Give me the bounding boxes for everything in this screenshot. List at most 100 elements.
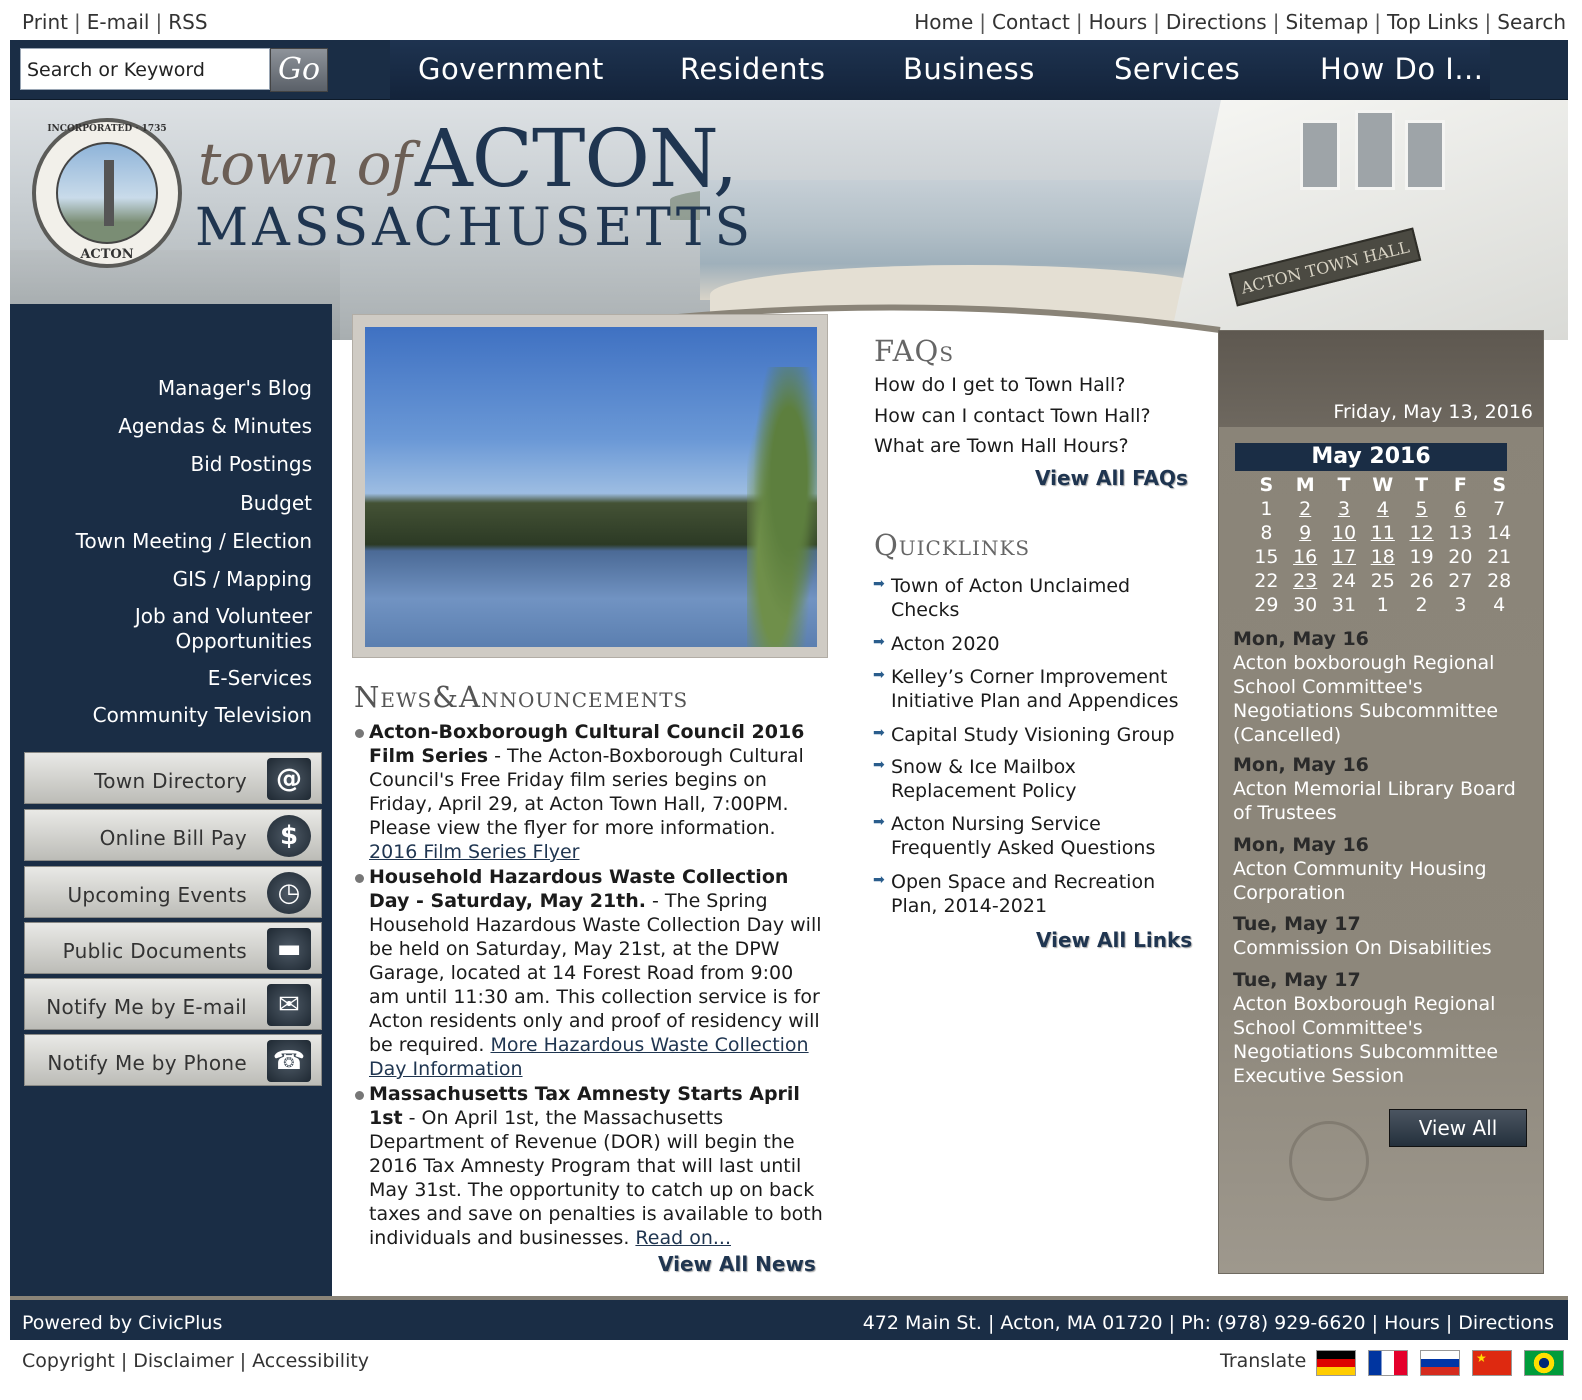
powered-by-link[interactable]: Powered by CivicPlus	[22, 1312, 222, 1334]
news-item: Acton-Boxborough Cultural Council 2016 F…	[355, 720, 829, 864]
faq-link[interactable]: What are Town Hall Hours?	[874, 435, 1129, 457]
quicklink-link[interactable]: Acton Nursing Service Frequently Asked Q…	[891, 813, 1155, 859]
quicklink-link[interactable]: Kelley’s Corner Improvement Initiative P…	[891, 666, 1178, 712]
nav-business[interactable]: Business	[903, 52, 1035, 86]
calendar-day: 21	[1487, 546, 1512, 568]
print-link[interactable]: Print	[22, 10, 68, 34]
news-link[interactable]: Read on...	[635, 1227, 731, 1249]
calendar-day[interactable]: 6	[1441, 497, 1480, 521]
calendar-day: 29	[1254, 594, 1279, 616]
rss-link[interactable]: RSS	[168, 10, 207, 34]
faq-link[interactable]: How do I get to Town Hall?	[874, 374, 1125, 396]
utility-right-links: Home | Contact | Hours | Directions | Sitemap | To…	[914, 10, 1566, 34]
email-link[interactable]: E-mail	[87, 10, 150, 34]
home-link[interactable]: Home	[914, 10, 973, 34]
nav-how-do-i[interactable]: How Do I...	[1320, 52, 1484, 86]
utility-bar: Print | E-mail | RSS Home | Contact | Hours | Dire…	[10, 0, 1568, 40]
calendar-day[interactable]: 10	[1325, 521, 1364, 545]
german-flag-icon[interactable]	[1316, 1350, 1356, 1376]
nav-residents[interactable]: Residents	[680, 52, 825, 86]
calendar-day: 27	[1448, 570, 1473, 592]
sidebar-item-budget[interactable]: Budget	[240, 491, 312, 516]
sidebar-item-gis-mapping[interactable]: GIS / Mapping	[173, 567, 312, 592]
calendar-day[interactable]: 2	[1286, 497, 1325, 521]
quicklink-item: ➡ Acton Nursing Service Frequently Asked …	[873, 812, 1191, 860]
weekday-header: S	[1259, 474, 1274, 496]
disclaimer-link[interactable]: Disclaimer	[133, 1350, 233, 1372]
event-item: Mon, May 16 Acton Memorial Library Board…	[1233, 753, 1533, 825]
french-flag-icon[interactable]	[1368, 1350, 1408, 1376]
calendar-day: 24	[1331, 570, 1357, 592]
sidebar-item-town-meeting-election[interactable]: Town Meeting / Election	[76, 529, 312, 554]
notify-phone-button[interactable]: Notify Me by Phone ☎	[24, 1034, 322, 1086]
online-bill-pay-button[interactable]: Online Bill Pay $	[24, 809, 322, 861]
calendar-day[interactable]: 5	[1402, 497, 1441, 521]
notify-email-button[interactable]: Notify Me by E-mail ✉	[24, 978, 322, 1030]
quicklink-link[interactable]: Town of Acton Unclaimed Checks	[891, 575, 1130, 621]
event-link[interactable]: Acton Community Housing Corporation	[1233, 858, 1487, 904]
upcoming-events-button[interactable]: Upcoming Events ◷	[24, 866, 322, 918]
lake-photo	[365, 327, 817, 647]
go-button[interactable]: Go	[270, 48, 328, 92]
sidebar-item-e-services[interactable]: E-Services	[208, 666, 312, 691]
chinese-flag-icon[interactable]: ★	[1472, 1350, 1512, 1376]
public-documents-button[interactable]: Public Documents ▬	[24, 922, 322, 974]
upcoming-events-label: Upcoming Events	[67, 883, 247, 907]
brazilian-flag-icon[interactable]	[1524, 1350, 1564, 1376]
sidebar-item-job-volunteer[interactable]: Job and Volunteer Opportunities	[112, 604, 312, 654]
event-link[interactable]: Commission On Disabilities	[1233, 937, 1492, 959]
calendar-day[interactable]: 16	[1286, 545, 1325, 569]
logo-town-of: town of	[198, 130, 412, 198]
quicklink-link[interactable]: Acton 2020	[891, 633, 1000, 655]
russian-flag-icon[interactable]	[1420, 1350, 1460, 1376]
hours-link[interactable]: Hours	[1089, 10, 1148, 34]
event-item: Mon, May 16 Acton boxborough Regional Sc…	[1233, 627, 1533, 747]
calendar-day[interactable]: 9	[1286, 521, 1325, 545]
event-link[interactable]: Acton Boxborough Regional School Committ…	[1233, 993, 1498, 1087]
town-directory-button[interactable]: Town Directory @	[24, 752, 322, 804]
quicklink-link[interactable]: Open Space and Recreation Plan, 2014-202…	[891, 871, 1155, 917]
accessibility-link[interactable]: Accessibility	[252, 1350, 369, 1372]
quicklink-link[interactable]: Snow & Ice Mailbox Replacement Policy	[891, 756, 1077, 802]
town-hall-window	[1355, 110, 1395, 190]
calendar-day[interactable]: 3	[1325, 497, 1364, 521]
calendar-day: 31	[1331, 594, 1357, 616]
online-bill-pay-label: Online Bill Pay	[99, 826, 247, 850]
town-seal-logo[interactable]: INCORPORATED · 1735 ACTON	[32, 118, 182, 268]
nav-government[interactable]: Government	[418, 52, 604, 86]
quicklink-link[interactable]: Capital Study Visioning Group	[891, 724, 1175, 746]
arrow-right-icon: ➡	[873, 757, 885, 773]
calendar-day: 20	[1448, 546, 1473, 568]
view-all-links-link[interactable]: View All Links	[1036, 928, 1192, 952]
sitemap-link[interactable]: Sitemap	[1285, 10, 1368, 34]
calendar-day[interactable]: 11	[1363, 521, 1402, 545]
search-input[interactable]: Search or Keyword	[20, 48, 270, 90]
event-link[interactable]: Acton boxborough Regional School Committ…	[1233, 652, 1498, 746]
calendar-day[interactable]: 4	[1363, 497, 1402, 521]
view-all-news-link[interactable]: View All News	[658, 1252, 816, 1276]
sidebar-item-community-television[interactable]: Community Television	[93, 703, 312, 728]
search-link[interactable]: Search	[1497, 10, 1566, 34]
calendar-day[interactable]: 18	[1363, 545, 1402, 569]
sidebar-item-managers-blog[interactable]: Manager's Blog	[158, 376, 312, 401]
faq-link[interactable]: How can I contact Town Hall?	[874, 405, 1151, 427]
nav-services[interactable]: Services	[1114, 52, 1240, 86]
event-link[interactable]: Acton Memorial Library Board of Trustees	[1233, 778, 1516, 824]
seal-top-text: INCORPORATED · 1735	[47, 124, 167, 134]
view-all-events-button[interactable]: View All	[1389, 1109, 1527, 1147]
dollar-icon: $	[267, 815, 311, 857]
calendar-day[interactable]: 17	[1325, 545, 1364, 569]
view-all-faqs-link[interactable]: View All FAQs	[1035, 466, 1188, 490]
news-link[interactable]: 2016 Film Series Flyer	[369, 841, 579, 863]
contact-link[interactable]: Contact	[992, 10, 1070, 34]
calendar-month-title[interactable]: May 2016	[1235, 443, 1507, 471]
quicklink-item: ➡ Kelley’s Corner Improvement Initiative …	[873, 665, 1191, 713]
top-links-link[interactable]: Top Links	[1387, 10, 1478, 34]
directions-link[interactable]: Directions	[1166, 10, 1267, 34]
sidebar-item-bid-postings[interactable]: Bid Postings	[190, 452, 312, 477]
arrow-right-icon: ➡	[873, 725, 885, 741]
sidebar-item-agendas-minutes[interactable]: Agendas & Minutes	[118, 414, 312, 439]
calendar-day[interactable]: 23	[1286, 569, 1325, 593]
copyright-link[interactable]: Copyright	[22, 1350, 115, 1372]
calendar-day[interactable]: 12	[1402, 521, 1441, 545]
